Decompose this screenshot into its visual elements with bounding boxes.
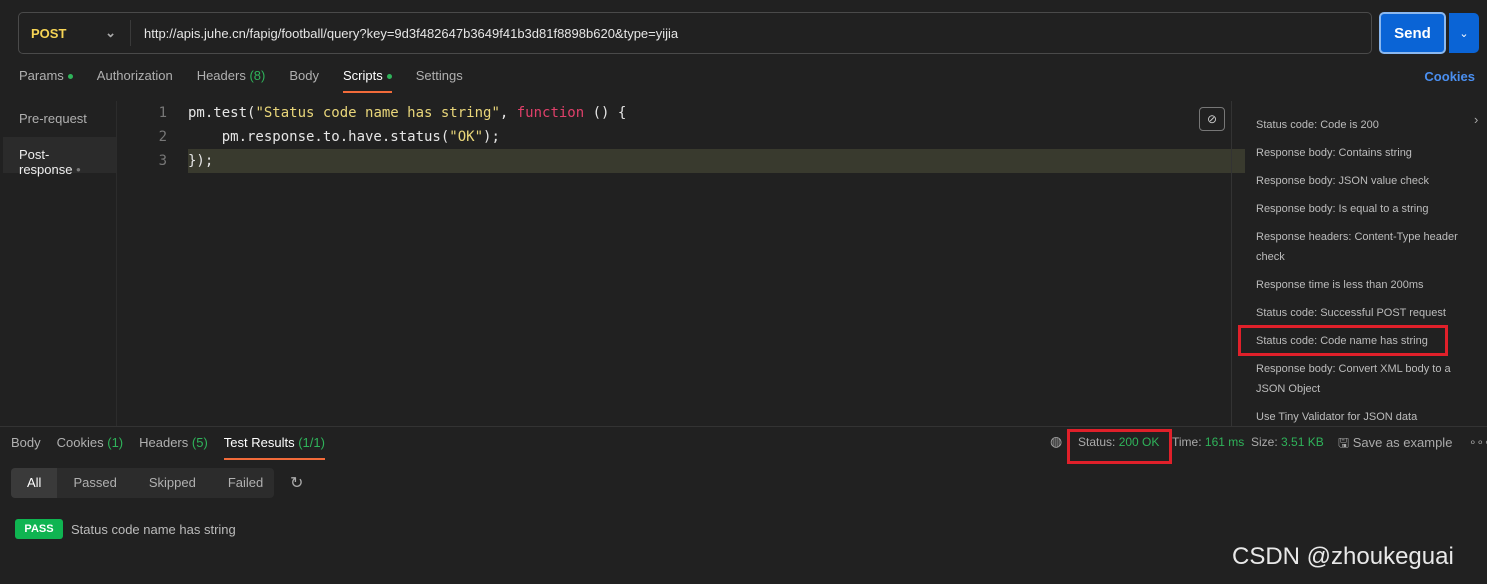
snippet-item[interactable]: Status code: Code is 200: [1256, 115, 1466, 135]
snippet-item[interactable]: Use Tiny Validator for JSON data: [1256, 407, 1466, 427]
chevron-down-icon: ⌄: [105, 25, 116, 40]
url-bar: POST ⌄ http://apis.juhe.cn/fapig/football…: [18, 12, 1372, 54]
watermark: CSDN @zhoukeguai: [1232, 543, 1454, 570]
snippet-item[interactable]: Response body: Is equal to a string: [1256, 199, 1466, 219]
highlight-box: [1067, 429, 1172, 464]
ai-assist-icon[interactable]: ⊘: [1199, 107, 1225, 131]
cookies-link[interactable]: Cookies: [1424, 69, 1475, 84]
snippet-item[interactable]: Response time is less than 200ms: [1256, 275, 1466, 295]
save-icon: 🖫: [1338, 435, 1350, 450]
globe-icon[interactable]: ◍: [1050, 433, 1062, 450]
snippets-panel: Status code: Code is 200 Response body: …: [1231, 101, 1487, 426]
test-result-name: Status code name has string: [71, 522, 236, 537]
method-select[interactable]: POST ⌄: [19, 20, 131, 46]
tab-settings[interactable]: Settings: [416, 68, 463, 93]
url-input[interactable]: http://apis.juhe.cn/fapig/football/query…: [131, 26, 678, 41]
filter-skipped[interactable]: Skipped: [133, 468, 212, 498]
filter-all[interactable]: All: [11, 468, 58, 498]
sidebar-item-pre-request[interactable]: Pre-request: [3, 101, 116, 137]
tab-body[interactable]: Body: [289, 68, 319, 93]
tab-response-body[interactable]: Body: [11, 435, 41, 460]
tab-authorization[interactable]: Authorization: [97, 68, 173, 93]
request-tabs: Params Authorization Headers (8) Body Sc…: [19, 68, 463, 93]
result-filter: All Passed Skipped Failed: [11, 468, 274, 498]
send-button[interactable]: Send: [1379, 12, 1446, 54]
response-tabs: Body Cookies (1) Headers (5) Test Result…: [11, 435, 325, 460]
highlight-box: [1238, 325, 1448, 356]
snippet-item[interactable]: Response body: Convert XML body to a JSO…: [1256, 359, 1466, 399]
tab-response-headers[interactable]: Headers (5): [139, 435, 208, 460]
snippet-item[interactable]: Response headers: Content-Type header ch…: [1256, 227, 1466, 267]
send-options-chevron-icon[interactable]: ⌄: [1449, 13, 1479, 53]
tab-test-results[interactable]: Test Results (1/1): [223, 435, 325, 460]
snippet-item[interactable]: Response body: JSON value check: [1256, 171, 1466, 191]
snippet-item[interactable]: Status code: Successful POST request: [1256, 303, 1466, 323]
sidebar-item-post-response[interactable]: Post-response •: [3, 137, 116, 177]
script-sidebar: Pre-request Post-response •: [3, 101, 117, 426]
tab-headers[interactable]: Headers (8): [197, 68, 266, 93]
more-options-icon[interactable]: ∘∘∘: [1469, 435, 1487, 449]
collapse-chevron-icon[interactable]: ›: [1474, 112, 1478, 127]
save-as-example-button[interactable]: 🖫 Save as example: [1338, 434, 1452, 456]
pass-badge: PASS: [15, 519, 63, 539]
code-editor[interactable]: 1 pm.test("Status code name has string", …: [118, 101, 1245, 173]
tab-response-cookies[interactable]: Cookies (1): [57, 435, 123, 460]
time: Time: 161 ms: [1172, 435, 1245, 449]
size: Size: 3.51 KB: [1251, 435, 1324, 449]
divider: [0, 426, 1487, 427]
tab-scripts[interactable]: Scripts: [342, 68, 392, 93]
filter-failed[interactable]: Failed: [212, 468, 279, 498]
tab-params[interactable]: Params: [19, 68, 73, 93]
refresh-icon[interactable]: ↻: [290, 473, 303, 493]
snippet-item[interactable]: Response body: Contains string: [1256, 143, 1466, 163]
filter-passed[interactable]: Passed: [57, 468, 132, 498]
